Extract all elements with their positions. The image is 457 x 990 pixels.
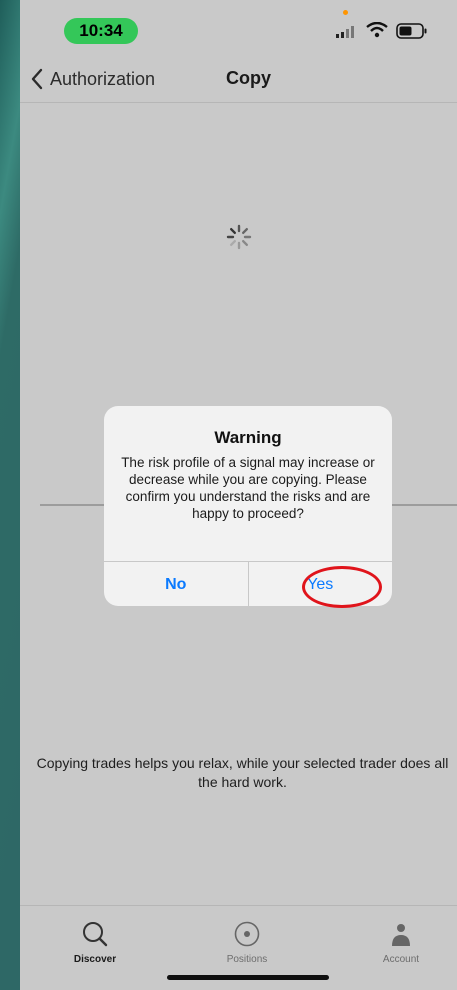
person-icon bbox=[392, 924, 410, 946]
tab-discover-label: Discover bbox=[73, 954, 117, 965]
tab-positions-label: Positions bbox=[226, 954, 268, 965]
status-bar: 10:34 bbox=[20, 0, 457, 60]
privacy-indicator-dot bbox=[343, 10, 348, 15]
page-title: Copy bbox=[226, 68, 271, 88]
copy-tagline: Copying trades helps you relax, while yo… bbox=[36, 755, 449, 790]
positions-icon bbox=[234, 921, 260, 947]
tab-discover[interactable]: Discover bbox=[50, 920, 140, 965]
wifi-icon bbox=[366, 22, 388, 38]
progress-track-right bbox=[392, 504, 457, 506]
alert-title: Warning bbox=[214, 428, 282, 447]
signal-icon bbox=[336, 26, 354, 38]
home-indicator bbox=[167, 975, 329, 980]
no-button[interactable]: No bbox=[104, 562, 249, 606]
alert-message: The risk profile of a signal may increas… bbox=[121, 455, 375, 521]
phone-screen: 10:34 Authorization Copy Warning The ris… bbox=[20, 0, 457, 990]
yes-highlight-annotation bbox=[302, 566, 382, 608]
navigation-bar: Authorization Copy bbox=[20, 56, 457, 103]
tab-account[interactable]: Account bbox=[356, 920, 446, 965]
tab-account-label: Account bbox=[382, 954, 420, 965]
loading-spinner-icon bbox=[226, 224, 252, 250]
tab-positions[interactable]: Positions bbox=[202, 920, 292, 965]
search-icon bbox=[83, 922, 108, 947]
battery-icon bbox=[396, 23, 427, 39]
status-time: 10:34 bbox=[64, 18, 138, 44]
